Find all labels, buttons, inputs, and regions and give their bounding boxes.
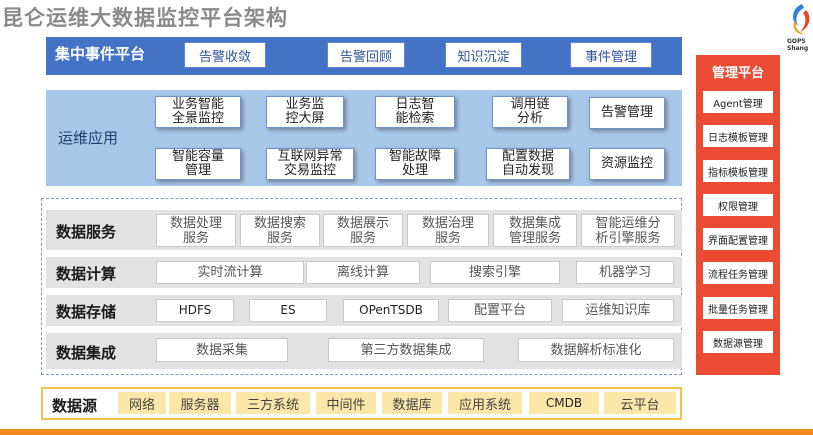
data-source-item[interactable]: 网络 bbox=[118, 392, 166, 414]
ops-app-item[interactable]: 配置数据 自动发现 bbox=[486, 148, 570, 180]
ops-apps-title: 运维应用 bbox=[58, 129, 119, 147]
management-item[interactable]: 批量任务管理 bbox=[703, 297, 773, 319]
management-item[interactable]: 权限管理 bbox=[703, 194, 773, 216]
data-service-item[interactable]: 数据集成 管理服务 bbox=[493, 214, 577, 247]
data-compute-item[interactable]: 离线计算 bbox=[306, 261, 420, 284]
management-item[interactable]: 流程任务管理 bbox=[703, 262, 773, 284]
knowledge-button[interactable]: 知识沉淀 bbox=[445, 42, 522, 68]
data-integration-item[interactable]: 第三方数据集成 bbox=[328, 338, 484, 362]
data-storage-item[interactable]: HDFS bbox=[156, 299, 234, 322]
management-item[interactable]: 日志模板管理 bbox=[703, 125, 773, 147]
alert-review-button[interactable]: 告警回顾 bbox=[327, 42, 405, 68]
data-service-title: 数据服务 bbox=[56, 223, 117, 241]
management-item[interactable]: 界面配置管理 bbox=[703, 228, 773, 250]
ops-app-item[interactable]: 业务智能 全景监控 bbox=[155, 96, 241, 128]
ops-app-item[interactable]: 智能容量 管理 bbox=[155, 148, 241, 180]
event-management-button[interactable]: 事件管理 bbox=[570, 42, 652, 68]
management-item[interactable]: 指标模板管理 bbox=[703, 160, 773, 182]
data-service-item[interactable]: 数据处理 服务 bbox=[156, 214, 236, 247]
data-service-item[interactable]: 智能运维分 析引擎服务 bbox=[581, 214, 675, 247]
data-integration-title: 数据集成 bbox=[56, 344, 117, 362]
data-compute-title: 数据计算 bbox=[56, 265, 117, 283]
data-service-item[interactable]: 数据展示 服务 bbox=[323, 214, 403, 247]
data-compute-item[interactable]: 搜索引擎 bbox=[430, 261, 560, 284]
data-storage-item[interactable]: 配置平台 bbox=[448, 299, 552, 322]
data-source-item[interactable]: 服务器 bbox=[169, 392, 231, 414]
event-platform-title: 集中事件平台 bbox=[55, 45, 146, 63]
data-source-item[interactable]: 应用系统 bbox=[448, 392, 522, 414]
page-title: 昆仑运维大数据监控平台架构 bbox=[2, 6, 288, 30]
data-source-item[interactable]: 中间件 bbox=[316, 392, 376, 414]
data-source-item[interactable]: CMDB bbox=[529, 392, 599, 414]
ops-app-item[interactable]: 调用链 分析 bbox=[492, 96, 568, 128]
ops-app-item[interactable]: 互联网异常 交易监控 bbox=[266, 148, 354, 180]
data-storage-title: 数据存储 bbox=[56, 303, 117, 321]
logo-text: GOPS Shang bbox=[787, 38, 809, 52]
data-storage-item[interactable]: ES bbox=[249, 299, 327, 322]
ops-app-item[interactable]: 智能故障 处理 bbox=[375, 148, 455, 180]
management-item[interactable]: Agent管理 bbox=[703, 91, 773, 113]
alert-convergence-button[interactable]: 告警收敛 bbox=[184, 42, 266, 68]
management-item[interactable]: 数据源管理 bbox=[703, 331, 773, 353]
bottom-accent-line bbox=[0, 429, 813, 435]
data-compute-item[interactable]: 机器学习 bbox=[576, 261, 674, 284]
data-source-item[interactable]: 三方系统 bbox=[236, 392, 310, 414]
data-storage-item[interactable]: OPenTSDB bbox=[343, 299, 439, 322]
data-integration-item[interactable]: 数据采集 bbox=[156, 338, 288, 362]
data-service-item[interactable]: 数据治理 服务 bbox=[407, 214, 489, 247]
data-compute-item[interactable]: 实时流计算 bbox=[156, 261, 304, 284]
data-storage-item[interactable]: 运维知识库 bbox=[562, 299, 674, 322]
data-integration-item[interactable]: 数据解析标准化 bbox=[518, 338, 674, 362]
ops-apps-panel bbox=[46, 90, 682, 186]
management-platform-title: 管理平台 bbox=[711, 66, 764, 81]
ops-app-item[interactable]: 日志智 能检索 bbox=[375, 96, 455, 128]
ops-app-item[interactable]: 业务监 控大屏 bbox=[266, 96, 344, 128]
data-source-item[interactable]: 数据库 bbox=[382, 392, 442, 414]
ops-app-item[interactable]: 资源监控 bbox=[589, 148, 665, 180]
ops-app-item[interactable]: 告警管理 bbox=[589, 97, 665, 129]
data-source-item[interactable]: 云平台 bbox=[604, 392, 676, 414]
data-source-title: 数据源 bbox=[52, 397, 98, 415]
data-service-item[interactable]: 数据搜索 服务 bbox=[240, 214, 320, 247]
